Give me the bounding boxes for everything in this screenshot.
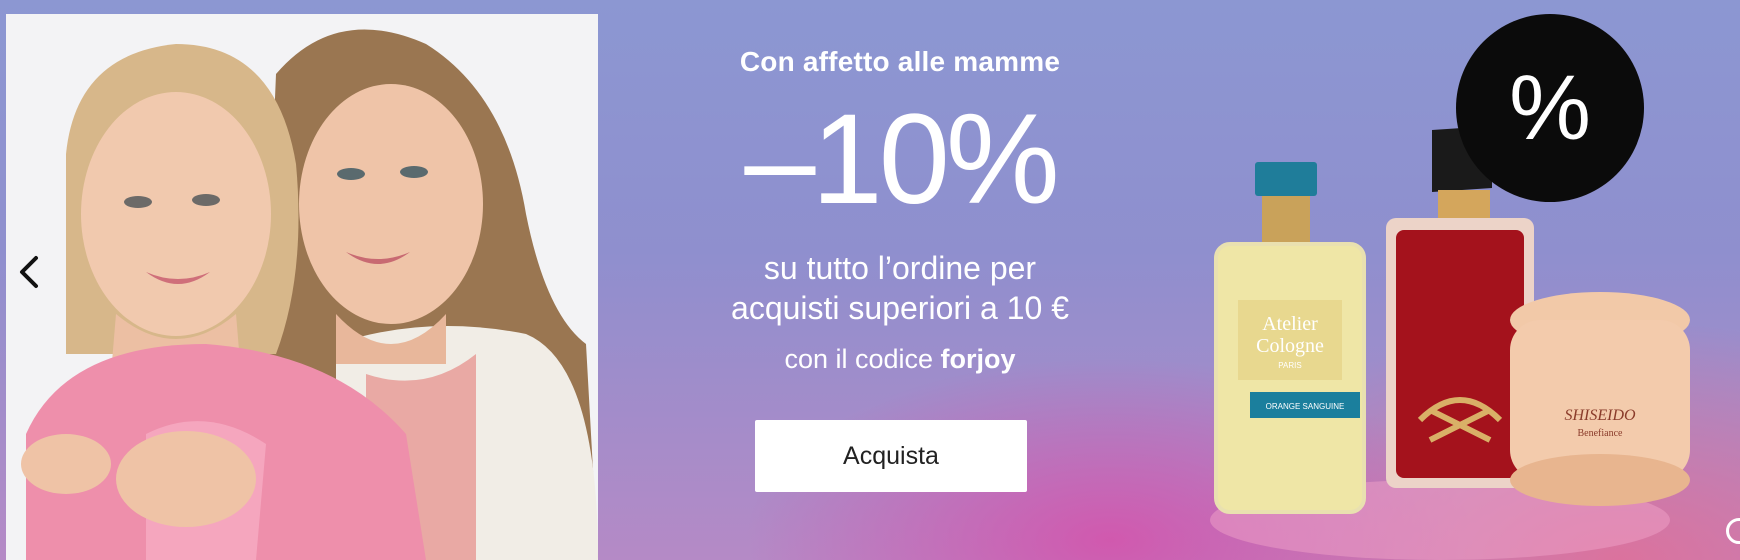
promo-code: forjoy xyxy=(940,344,1016,374)
bottle1-city: PARIS xyxy=(1278,361,1301,370)
bottle1-cap xyxy=(1255,162,1317,196)
hero-photo xyxy=(6,14,598,560)
discount-headline: –10% xyxy=(744,88,1059,231)
cream-line: Benefiance xyxy=(1578,428,1624,439)
promo-line-1: su tutto l’ordine per xyxy=(763,250,1037,286)
promo-code-line: con il codice forjoy xyxy=(640,344,1160,375)
percent-badge: % xyxy=(1456,14,1644,202)
cream-brand: SHISEIDO xyxy=(1564,407,1636,424)
shop-now-button[interactable]: Acquista xyxy=(755,420,1027,492)
bottle1-brand: Atelier xyxy=(1262,313,1318,335)
promo-kicker: Con affetto alle mamme xyxy=(739,46,1061,77)
mother-daughter-illustration xyxy=(6,14,598,560)
promo-code-prefix: con il codice xyxy=(784,344,941,374)
carousel-prev-button[interactable] xyxy=(14,252,44,292)
promo-line-2: acquisti superiori a 10 € xyxy=(731,290,1069,326)
chevron-left-icon xyxy=(20,256,38,288)
promo-banner[interactable]: Con affetto alle mamme –10% su tutto l’o… xyxy=(0,0,1740,560)
bottle1-brand-2: Cologne xyxy=(1256,335,1324,357)
bottle1-name: ORANGE SANGUINE xyxy=(1266,402,1345,411)
